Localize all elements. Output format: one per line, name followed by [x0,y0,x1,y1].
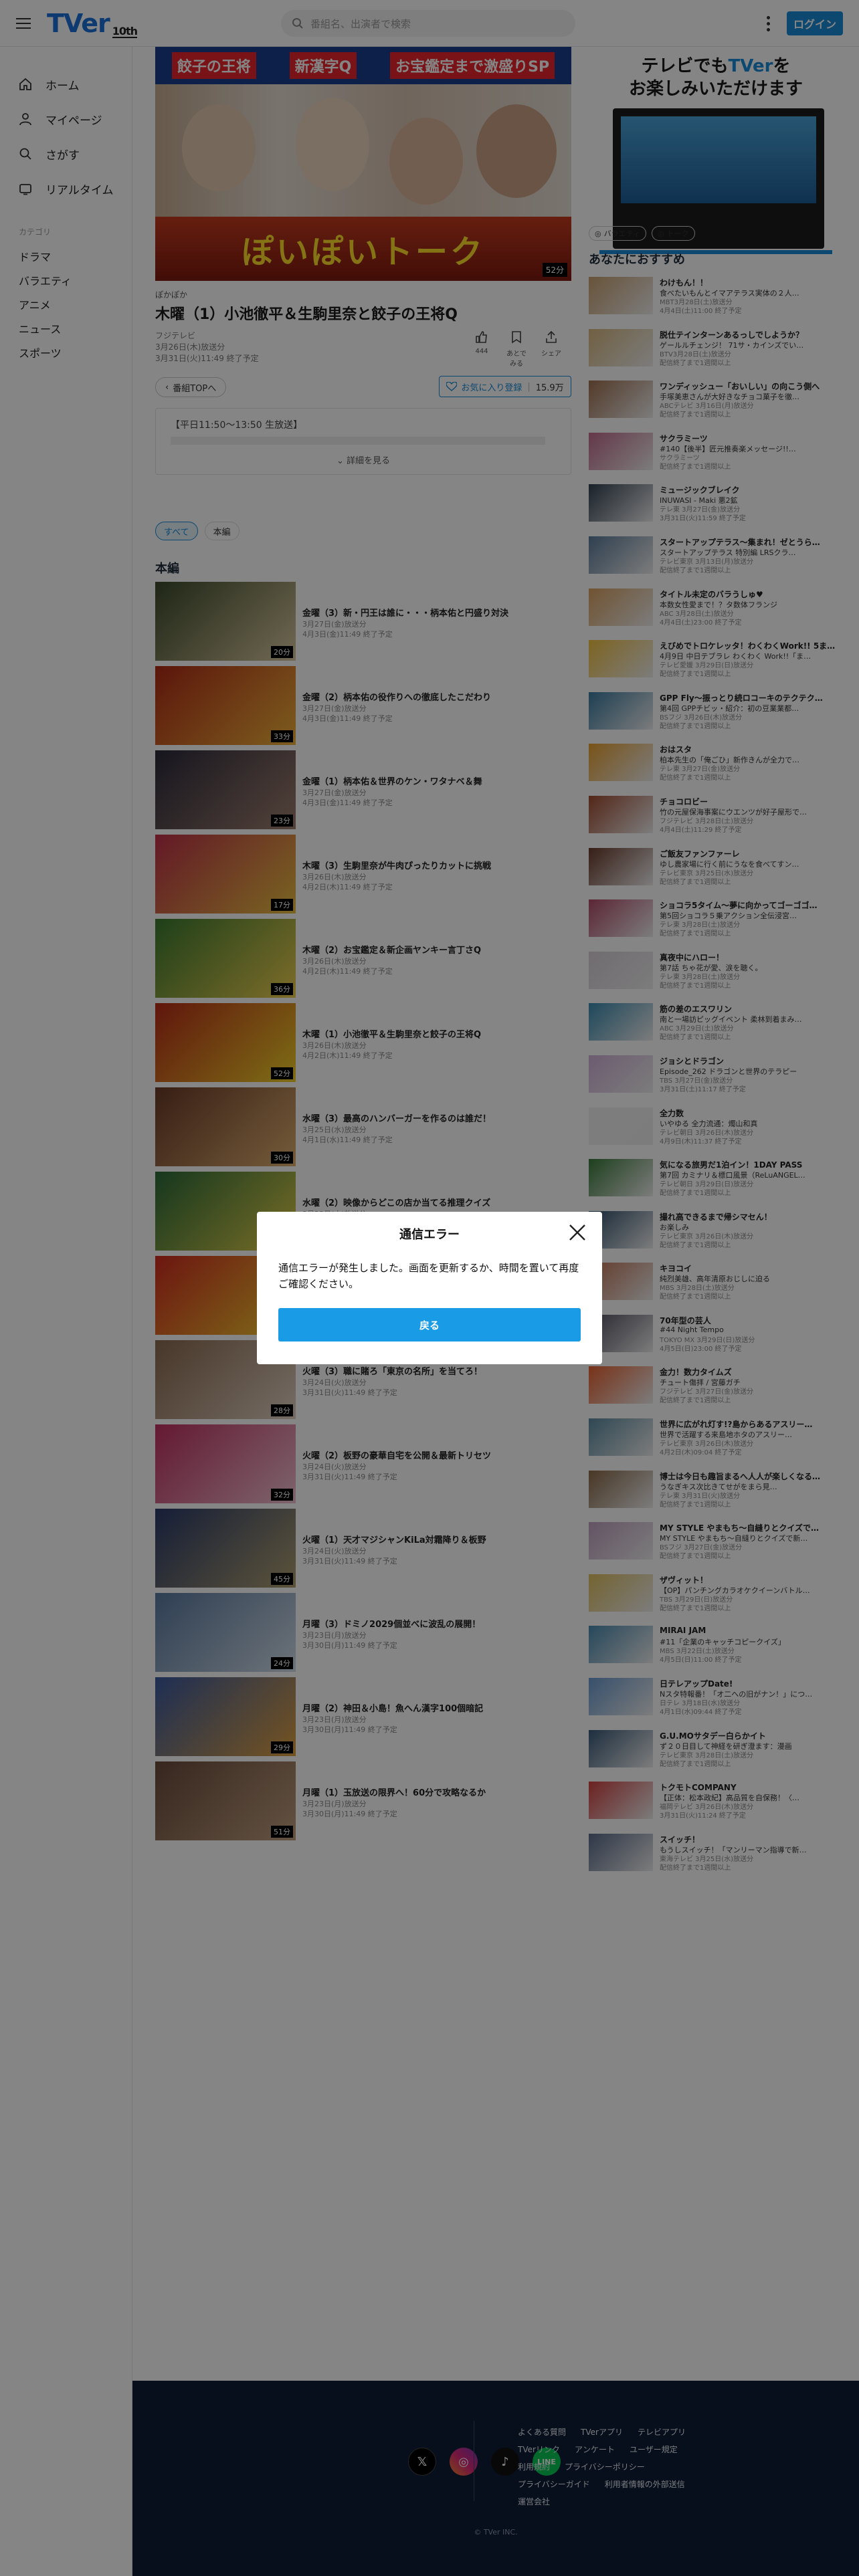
close-icon [569,1224,585,1241]
dialog-title: 通信エラー [399,1228,460,1242]
back-button[interactable]: 戻る [278,1308,581,1341]
dialog-message: 通信エラーが発生しました。画面を更新するか、時間を置いて再度ご確認ください。 [278,1262,579,1290]
page: TVer 10th 番組名、出演者で検索 ログイン ホーム マイページ さがす … [0,0,859,2576]
error-dialog: 通信エラー 通信エラーが発生しました。画面を更新するか、時間を置いて再度ご確認く… [257,1212,602,1364]
close-button[interactable] [566,1221,589,1244]
